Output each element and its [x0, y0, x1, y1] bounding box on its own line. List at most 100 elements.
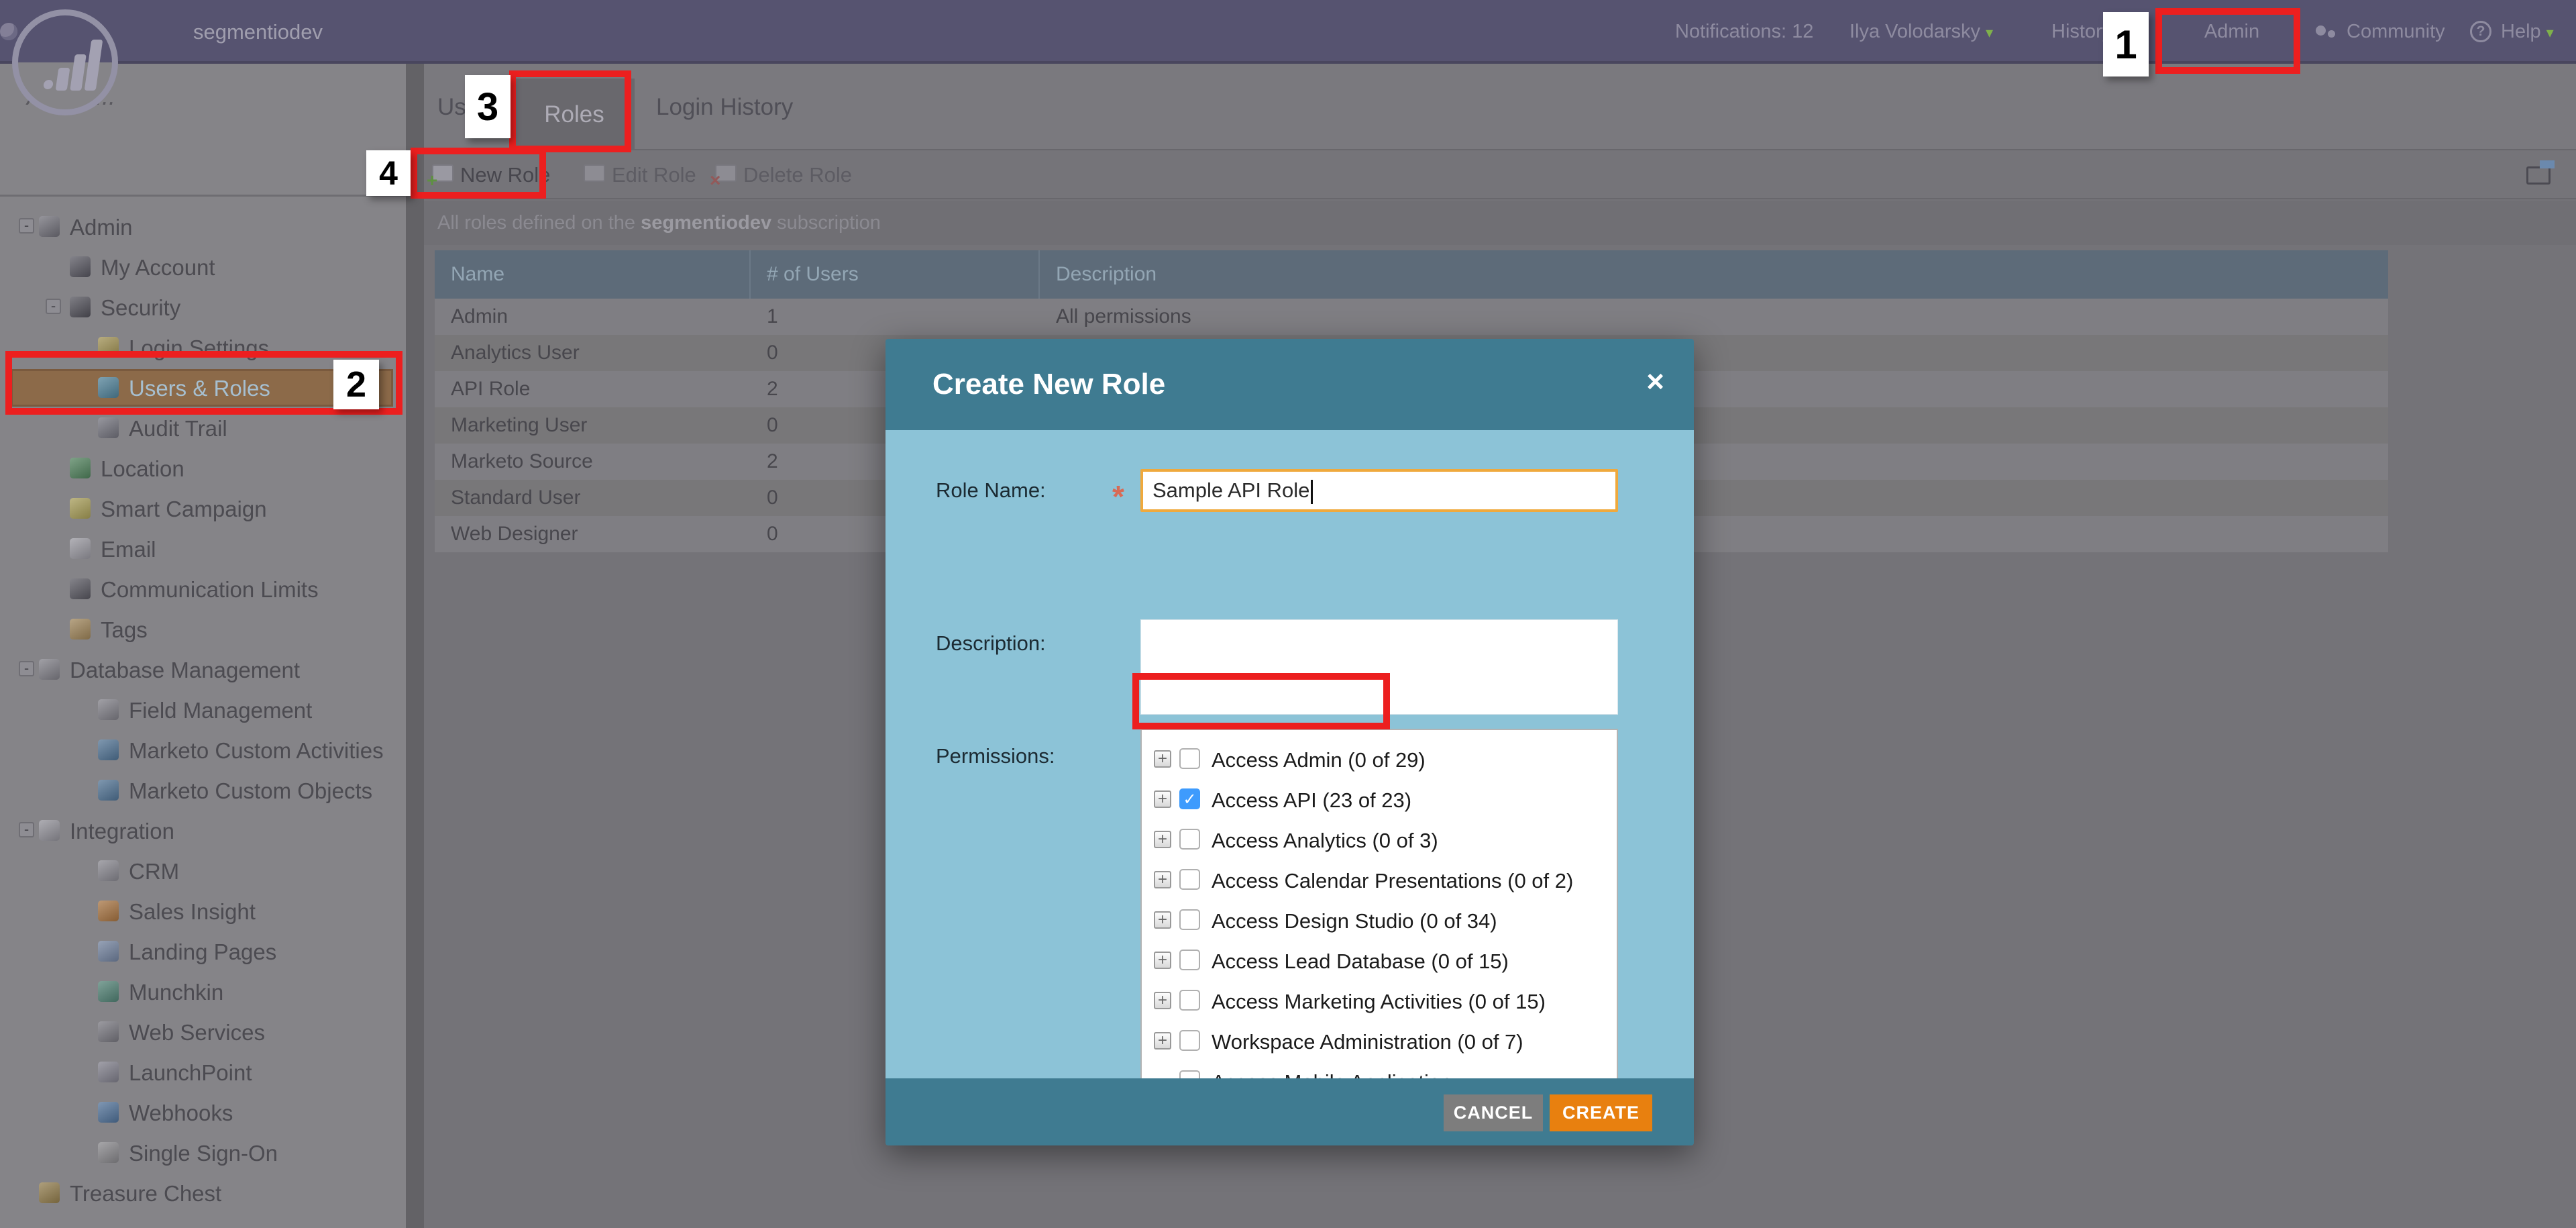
logo-bar-large: [85, 40, 103, 91]
user-menu[interactable]: Ilya Volodarsky▾: [1849, 0, 1993, 64]
expand-icon[interactable]: +: [1154, 871, 1171, 888]
column-header-name[interactable]: Name: [435, 250, 751, 299]
table-row[interactable]: Admin1All permissions: [435, 299, 2388, 335]
permission-row-workspace-admin: +Workspace Administration (0 of 7): [1142, 1021, 1617, 1062]
delete-role-button[interactable]: Delete Role: [743, 150, 852, 199]
tab-bar: Users Roles Login History: [424, 64, 2576, 150]
tab-login-history[interactable]: Login History: [656, 64, 793, 150]
checkbox[interactable]: [1179, 829, 1200, 850]
cancel-button[interactable]: CANCEL: [1444, 1094, 1543, 1131]
permission-row-access-api: +✓Access API (23 of 23): [1142, 780, 1617, 820]
person-icon: [70, 256, 91, 277]
tree-item-database-management[interactable]: -Database Management: [0, 650, 406, 690]
admin-sidebar: Admin... -Admin My Account -Security Log…: [0, 64, 406, 1228]
edit-role-icon: [584, 164, 605, 182]
tree-item-my-account[interactable]: My Account: [0, 247, 406, 287]
expand-icon[interactable]: +: [1154, 831, 1171, 848]
tree-item-admin[interactable]: -Admin: [0, 207, 406, 247]
tree-item-treasure-chest[interactable]: Treasure Chest: [0, 1173, 406, 1213]
logo-bar-dot: [43, 80, 54, 89]
logo-bar-small: [56, 68, 70, 91]
tree-item-integration[interactable]: -Integration: [0, 811, 406, 851]
subscription-info-text: All roles defined on the segmentiodev su…: [437, 201, 881, 245]
collapse-icon[interactable]: -: [19, 661, 34, 676]
tree-item-communication-limits[interactable]: Communication Limits: [0, 569, 406, 609]
edit-role-button[interactable]: Edit Role: [612, 150, 696, 199]
callout-number-4: 4: [366, 150, 411, 196]
gears-icon: [98, 1021, 119, 1042]
column-header-description[interactable]: Description: [1040, 250, 2388, 299]
lightbulb-icon: [70, 498, 91, 519]
lock-icon: [70, 297, 91, 317]
help-menu[interactable]: Help▾: [2501, 0, 2554, 64]
camera-icon: [98, 417, 119, 438]
page: segmentiodev Notifications: 12 Ilya Volo…: [0, 0, 2576, 1228]
database-icon: [39, 659, 60, 680]
tree-item-munchkin[interactable]: Munchkin: [0, 972, 406, 1012]
notifications-link[interactable]: Notifications: 12: [1675, 0, 1813, 64]
checkbox[interactable]: [1179, 748, 1200, 769]
callout-number-3: 3: [465, 75, 511, 138]
callout-number-2: 2: [333, 360, 379, 409]
checkbox[interactable]: [1179, 990, 1200, 1011]
create-new-role-modal: Create New Role × Role Name: * Sample AP…: [885, 339, 1694, 1145]
tree-item-webhooks[interactable]: Webhooks: [0, 1092, 406, 1133]
tree-item-web-services[interactable]: Web Services: [0, 1012, 406, 1052]
layout-panel-icon[interactable]: [2526, 166, 2551, 185]
checkbox[interactable]: [1179, 950, 1200, 970]
expand-icon[interactable]: +: [1154, 1032, 1171, 1050]
tree-item-sales-insight[interactable]: Sales Insight: [0, 891, 406, 931]
tree-item-email[interactable]: Email: [0, 529, 406, 569]
delete-role-icon: ×: [715, 164, 737, 182]
checkbox[interactable]: [1179, 869, 1200, 890]
tree-item-marketo-custom-objects[interactable]: Marketo Custom Objects: [0, 770, 406, 811]
community-link[interactable]: Community: [2347, 0, 2445, 64]
tree-item-smart-campaign[interactable]: Smart Campaign: [0, 489, 406, 529]
callout-box-4-new-role: [411, 148, 546, 199]
cloud-icon: [39, 820, 60, 841]
tree-item-security[interactable]: -Security: [0, 287, 406, 327]
roles-toolbar: + New Role Edit Role × Delete Role: [424, 150, 2576, 199]
database-cylinder-icon: [98, 860, 119, 881]
required-asterisk: *: [1112, 478, 1124, 515]
column-header-users[interactable]: # of Users: [751, 250, 1040, 299]
callout-box-3-roles-tab: [509, 70, 631, 152]
collapse-icon[interactable]: -: [46, 299, 61, 314]
expand-icon[interactable]: +: [1154, 992, 1171, 1009]
tree-item-landing-pages[interactable]: Landing Pages: [0, 931, 406, 972]
webhook-icon: [98, 1102, 119, 1123]
marketo-logo[interactable]: [12, 9, 118, 115]
workspace-name: segmentiodev: [193, 0, 323, 64]
subscription-info-bar: All roles defined on the segmentiodev su…: [424, 201, 2576, 245]
close-icon[interactable]: ×: [1646, 366, 1664, 397]
tree-item-launchpoint[interactable]: LaunchPoint: [0, 1052, 406, 1092]
history-icon: [0, 23, 17, 40]
database-table-icon: [98, 699, 119, 720]
modal-header[interactable]: Create New Role ×: [885, 339, 1694, 430]
tree-item-field-management[interactable]: Field Management: [0, 690, 406, 730]
tree-item-crm[interactable]: CRM: [0, 851, 406, 891]
create-button[interactable]: CREATE: [1550, 1094, 1652, 1131]
expand-icon[interactable]: +: [1154, 750, 1171, 768]
tree-item-single-sign-on[interactable]: Single Sign-On: [0, 1133, 406, 1173]
expand-icon[interactable]: +: [1154, 790, 1171, 808]
collapse-icon[interactable]: -: [19, 822, 34, 837]
expand-icon[interactable]: +: [1154, 952, 1171, 969]
callout-box-access-api: [1132, 673, 1390, 729]
tree-item-tags[interactable]: Tags: [0, 609, 406, 650]
panel-divider[interactable]: [406, 64, 424, 1228]
text-cursor: [1311, 480, 1313, 504]
expand-icon[interactable]: +: [1154, 911, 1171, 929]
caret-down-icon: ▾: [1986, 24, 1993, 41]
checkbox[interactable]: [1179, 909, 1200, 930]
rocket-icon: [98, 1062, 119, 1082]
collapse-icon[interactable]: -: [19, 218, 34, 234]
tree-item-marketo-custom-activities[interactable]: Marketo Custom Activities: [0, 730, 406, 770]
checkbox[interactable]: [1179, 1030, 1200, 1051]
envelope-icon: [70, 538, 91, 559]
role-name-input[interactable]: Sample API Role: [1140, 469, 1618, 512]
modal-footer: CANCEL CREATE: [885, 1078, 1694, 1145]
description-label: Description:: [936, 631, 1046, 656]
checkbox-checked[interactable]: ✓: [1179, 788, 1200, 809]
tree-item-location[interactable]: Location: [0, 448, 406, 489]
